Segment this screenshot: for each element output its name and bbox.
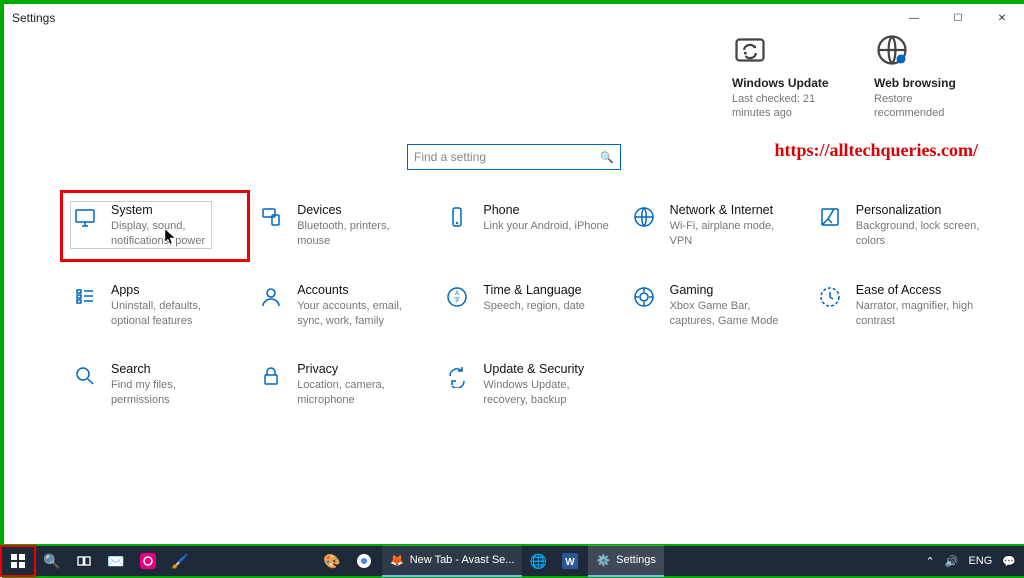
tile-accounts[interactable]: Accounts Your accounts, email, sync, work… — [255, 279, 425, 333]
privacy-icon — [257, 362, 285, 390]
tile-title: Phone — [483, 203, 609, 217]
tile-desc: Display, sound, notifications, power — [111, 219, 237, 249]
minimize-button[interactable]: — — [892, 4, 936, 32]
update-icon — [443, 362, 471, 390]
tray-sound-icon[interactable]: 🔊 — [945, 555, 959, 568]
status-sub: Restore recommended — [874, 92, 984, 121]
time-icon: A字 — [443, 283, 471, 311]
search-icon: 🔍 — [600, 151, 614, 164]
tray-lang[interactable]: ENG — [968, 555, 992, 567]
tile-title: Apps — [111, 283, 237, 297]
tile-system[interactable]: System Display, sound, notifications, pow… — [69, 199, 239, 253]
tile-search[interactable]: Search Find my files, permissions — [69, 358, 239, 412]
tile-title: Ease of Access — [856, 283, 982, 297]
taskbar: 🔍 ✉️ 🖌️ 🎨 🦊 New Tab - Avast Se... 🌐 W ⚙️… — [0, 544, 1024, 576]
tile-desc: Narrator, magnifier, high contrast — [856, 299, 982, 329]
accounts-icon — [257, 283, 285, 311]
settings-grid: System Display, sound, notifications, pow… — [69, 199, 984, 412]
window-title: Settings — [12, 11, 892, 25]
app-paint-icon[interactable]: 🎨 — [316, 545, 348, 577]
ease-icon — [816, 283, 844, 311]
network-icon — [630, 203, 658, 231]
titlebar: Settings — ☐ ✕ — [4, 4, 1024, 32]
svg-text:字: 字 — [454, 296, 460, 304]
close-button[interactable]: ✕ — [980, 4, 1024, 32]
tile-title: Personalization — [856, 203, 982, 217]
tile-devices[interactable]: Devices Bluetooth, printers, mouse — [255, 199, 425, 253]
apps-icon — [71, 283, 99, 311]
svg-text:W: W — [566, 557, 576, 568]
start-button[interactable] — [0, 545, 36, 577]
windows-update-card[interactable]: Windows Update Last checked: 21 minutes … — [732, 32, 842, 121]
tile-phone[interactable]: Phone Link your Android, iPhone — [441, 199, 611, 253]
notification-icon[interactable]: 💬 — [1002, 555, 1016, 568]
tile-apps[interactable]: Apps Uninstall, defaults, optional featur… — [69, 279, 239, 333]
tile-desc: Your accounts, email, sync, work, family — [297, 299, 423, 329]
taskbar-app-settings[interactable]: ⚙️ Settings — [588, 545, 663, 577]
tray-chevron-icon[interactable]: ⌃ — [926, 555, 935, 568]
status-cards: Windows Update Last checked: 21 minutes … — [732, 32, 984, 121]
search-input[interactable] — [414, 150, 600, 164]
gear-icon: ⚙️ — [596, 554, 610, 567]
tile-title: Search — [111, 362, 237, 376]
tile-title: System — [111, 203, 237, 217]
system-tray: ⌃ 🔊 ENG 💬 — [926, 555, 1024, 568]
tile-title: Time & Language — [483, 283, 609, 297]
tile-desc: Speech, region, date — [483, 299, 609, 314]
tile-desc: Link your Android, iPhone — [483, 219, 609, 234]
tile-desc: Bluetooth, printers, mouse — [297, 219, 423, 249]
tile-ease[interactable]: Ease of Access Narrator, magnifier, high … — [814, 279, 984, 333]
taskbar-app-firefox[interactable]: 🦊 New Tab - Avast Se... — [382, 545, 522, 577]
tile-title: Privacy — [297, 362, 423, 376]
watermark-text: https://alltechqueries.com/ — [775, 140, 978, 161]
maximize-button[interactable]: ☐ — [936, 4, 980, 32]
tile-title: Gaming — [670, 283, 796, 297]
tile-network[interactable]: Network & Internet Wi-Fi, airplane mode, … — [628, 199, 798, 253]
taskbar-label: Settings — [616, 554, 656, 566]
window-controls: — ☐ ✕ — [892, 4, 1024, 32]
tile-desc: Background, lock screen, colors — [856, 219, 982, 249]
personalization-icon — [816, 203, 844, 231]
settings-window: Settings — ☐ ✕ Windows Update Last check… — [4, 4, 1024, 544]
tile-title: Network & Internet — [670, 203, 796, 217]
app-edge-icon[interactable]: 🌐 — [522, 545, 554, 577]
tile-desc: Windows Update, recovery, backup — [483, 378, 609, 408]
gaming-icon — [630, 283, 658, 311]
tile-title: Update & Security — [483, 362, 609, 376]
tile-desc: Xbox Game Bar, captures, Game Mode — [670, 299, 796, 329]
tile-desc: Find my files, permissions — [111, 378, 237, 408]
taskbar-label: New Tab - Avast Se... — [410, 554, 515, 566]
search-box[interactable]: 🔍 — [407, 144, 621, 170]
app-pink-icon[interactable] — [132, 545, 164, 577]
tile-gaming[interactable]: Gaming Xbox Game Bar, captures, Game Mode — [628, 279, 798, 333]
web-browsing-card[interactable]: Web browsing Restore recommended — [874, 32, 984, 121]
tile-title: Accounts — [297, 283, 423, 297]
tile-title: Devices — [297, 203, 423, 217]
sync-icon — [732, 32, 768, 68]
task-view-icon[interactable] — [68, 545, 100, 577]
globe-icon — [874, 32, 910, 68]
firefox-icon: 🦊 — [390, 554, 404, 567]
app-word-icon[interactable]: W — [554, 545, 586, 577]
app-brush-icon[interactable]: 🖌️ — [164, 545, 196, 577]
tile-update[interactable]: Update & Security Windows Update, recover… — [441, 358, 611, 412]
mail-icon[interactable]: ✉️ — [100, 545, 132, 577]
status-title: Web browsing — [874, 76, 984, 90]
svg-text:A: A — [455, 291, 459, 297]
phone-icon — [443, 203, 471, 231]
app-chrome-icon[interactable] — [348, 545, 380, 577]
tile-desc: Uninstall, defaults, optional features — [111, 299, 237, 329]
taskbar-search-icon[interactable]: 🔍 — [36, 545, 68, 577]
tile-privacy[interactable]: Privacy Location, camera, microphone — [255, 358, 425, 412]
tile-desc: Location, camera, microphone — [297, 378, 423, 408]
devices-icon — [257, 203, 285, 231]
search-icon — [71, 362, 99, 390]
system-icon — [71, 203, 99, 231]
tile-time[interactable]: A字 Time & Language Speech, region, date — [441, 279, 611, 333]
tile-personalization[interactable]: Personalization Background, lock screen, … — [814, 199, 984, 253]
tile-desc: Wi-Fi, airplane mode, VPN — [670, 219, 796, 249]
status-title: Windows Update — [732, 76, 842, 90]
status-sub: Last checked: 21 minutes ago — [732, 92, 842, 121]
